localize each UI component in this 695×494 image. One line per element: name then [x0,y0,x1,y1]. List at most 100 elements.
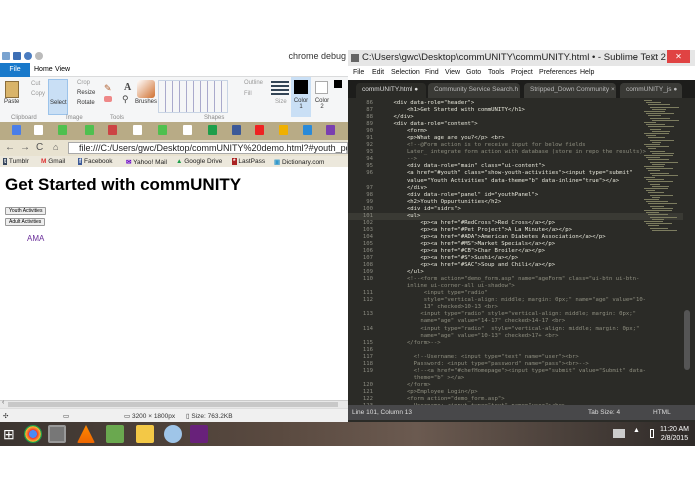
code-line[interactable]: 122 <form action="demo_form.asp"> [348,396,683,403]
minimap[interactable] [640,100,680,240]
code-line[interactable]: 100 <div id="sidrs"> [348,206,683,213]
size-icon[interactable] [271,81,289,95]
code-line[interactable]: 101 <ul> [348,212,683,220]
code-line[interactable]: 98 <div data-role="panel" id="youthPanel… [348,192,683,199]
tab-stripped-down-community[interactable]: Stripped_Down Community × [524,83,616,98]
text-tool-icon[interactable]: A [124,82,131,93]
paint-icon[interactable] [164,425,182,443]
eraser-icon[interactable] [104,96,112,102]
bookmark-facebook[interactable]: f Facebook [78,158,113,165]
code-line[interactable]: 118 Password: <input type="password" nam… [348,361,683,368]
code-line[interactable]: theme="b" ></a> [348,375,683,382]
tab-icon-docs[interactable] [12,125,21,135]
code-line[interactable]: 108 <p><a href="#SAC">Soup and Chili</a>… [348,262,683,269]
tab-icon-vs[interactable] [326,125,335,135]
code-line[interactable]: 99 <h2>Youth Oppurtunities</h2> [348,199,683,206]
sublime-text-icon[interactable] [48,425,66,443]
bookmark-gmail[interactable]: M Gmail [41,158,65,165]
menu-goto[interactable]: Goto [466,69,481,76]
tab-icon-tag[interactable] [58,125,67,135]
color2-button[interactable]: Color 2 [313,77,331,117]
tab-icon-page[interactable] [34,125,43,135]
vertical-scrollbar[interactable] [684,310,690,370]
tab-icon-tag[interactable] [85,125,94,135]
menu-tools[interactable]: Tools [488,69,504,76]
menu-find[interactable]: Find [425,69,439,76]
code-line[interactable]: 109 </ul> [348,269,683,276]
clock[interactable]: 11:20 AM 2/8/2015 [660,425,689,443]
tab-icon-redcross[interactable] [255,125,264,135]
bookmark-dictionary[interactable]: ▣ Dictionary.com [274,158,324,166]
menu-preferences[interactable]: Preferences [539,69,577,76]
code-line[interactable]: 113 <input type="radio" style="vertical-… [348,311,683,318]
code-line[interactable]: 88 </div> [348,114,683,121]
tab-home[interactable]: Home [34,66,53,73]
copy-button[interactable]: Copy [31,91,45,97]
code-line[interactable]: 114 <input type="radio" style="vertical-… [348,326,683,333]
code-line[interactable]: 90 <form> [348,128,683,135]
battery-icon[interactable] [650,429,654,438]
bookmark-tumblr[interactable]: t Tumblr [3,158,29,165]
color1-button[interactable]: Color 1 [291,77,311,117]
code-line[interactable]: value="Youth Activities" data-theme="b" … [348,178,683,185]
tab-community-service-search[interactable]: Community Service Search.h × [428,83,520,98]
size-button[interactable]: Size [275,99,287,105]
forward-icon[interactable]: → [20,142,30,153]
close-button[interactable]: ✕ [667,50,690,63]
pencil-icon[interactable]: ✎ [104,83,112,94]
ama-link[interactable]: AMA [27,234,44,243]
code-line[interactable]: 92 <!--@Form action is to receive input … [348,142,683,149]
maximize-button[interactable]: □ [651,50,657,66]
syntax-mode[interactable]: HTML [653,409,671,416]
magnifier-icon[interactable]: ⚲ [122,94,129,105]
code-line[interactable]: 115 </form>--> [348,340,683,347]
adult-activities-button[interactable]: Adult Activities [5,218,46,226]
file-explorer-icon[interactable] [136,425,154,443]
brushes-icon[interactable] [137,80,155,98]
fill-button[interactable]: Fill [244,91,252,97]
show-hidden-icons[interactable]: ▲ [633,427,640,434]
code-line[interactable]: 89 <div data-role="content"> [348,121,683,128]
menu-selection[interactable]: Selection [391,69,420,76]
menu-edit[interactable]: Edit [372,69,384,76]
code-line[interactable]: 104 <p><a href="#ADA">American Diabetes … [348,234,683,241]
tab-icon-page[interactable] [183,125,192,135]
cut-button[interactable]: Cut [31,81,40,87]
keyboard-icon[interactable] [613,429,625,438]
minimize-button[interactable]: – [632,50,637,66]
code-line[interactable]: 96 <a href="#youth" class="show-youth-ac… [348,170,683,177]
menu-help[interactable]: Help [580,69,594,76]
redo-icon[interactable] [35,52,43,60]
code-line[interactable]: 111 <input type="radio" [348,290,683,297]
save-icon[interactable] [13,52,21,60]
tab-icon-windows[interactable] [303,125,312,135]
code-line[interactable]: 13" checked>10-13 <br> [348,304,683,311]
horizontal-scrollbar[interactable]: ‹ [0,399,348,408]
menu-project[interactable]: Project [511,69,533,76]
home-icon[interactable]: ⌂ [53,142,58,152]
tab-icon-tag[interactable] [158,125,167,135]
menu-view[interactable]: View [445,69,460,76]
address-bar[interactable]: file:///C:/Users/gwc/Desktop/commUNITY%2… [68,142,348,154]
select-button[interactable]: Select [48,79,68,115]
bookmark-google-drive[interactable]: ▲ Google Drive [176,158,222,165]
code-editor[interactable]: 86 <div data-role="header"> 87 <h1>Get St… [348,100,683,405]
tab-icon-triangle[interactable] [108,125,117,135]
reload-icon[interactable]: C [36,142,43,153]
code-line[interactable]: 105 <p><a href="#MS">Market Specials</a>… [348,241,683,248]
scroll-left-icon[interactable]: ‹ [2,399,4,406]
crop-button[interactable]: Crop [77,80,90,86]
code-line[interactable]: 97 </div> [348,185,683,192]
tab-icon-facebook[interactable] [232,125,241,135]
visual-studio-icon[interactable] [190,425,208,443]
back-icon[interactable]: ← [5,142,15,153]
tab-icon-page[interactable] [133,125,142,135]
code-line[interactable]: 110 <!--<form action="demo_form.asp" nam… [348,276,683,283]
photos-icon[interactable] [106,425,124,443]
code-line[interactable]: 119 <!--<a href="#chefHomepage"><input t… [348,368,683,375]
code-line[interactable]: 107 <p><a href="#S">Sushi</a></p> [348,255,683,262]
menu-file[interactable]: File [353,69,364,76]
bookmark-yahoo-mail[interactable]: ✉ Yahoo! Mail [126,158,167,166]
code-line[interactable]: 106 <p><a href="#CB">Char Broiler</a></p… [348,248,683,255]
code-line[interactable]: 93 Later_ integrate form action with dat… [348,149,683,156]
